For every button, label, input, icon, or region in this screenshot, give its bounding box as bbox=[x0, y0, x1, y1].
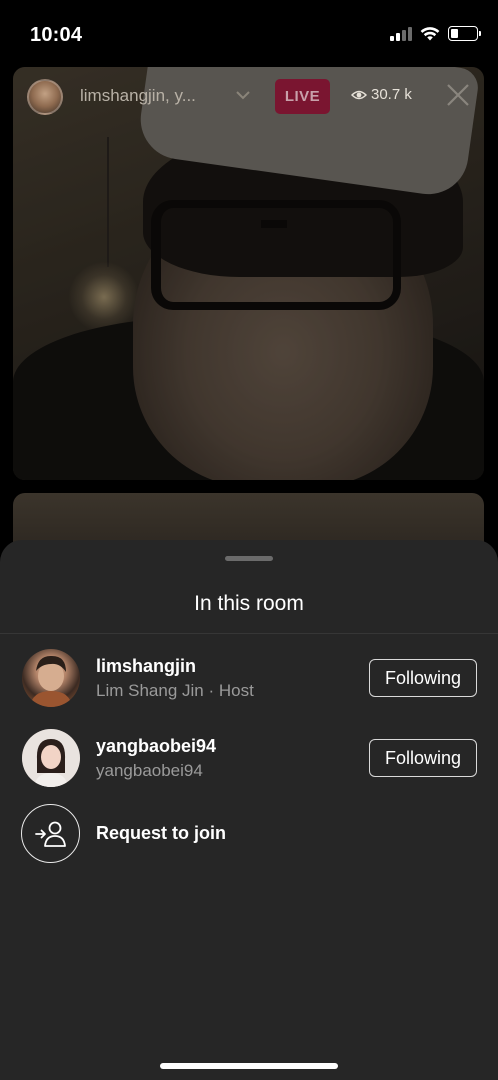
status-time: 10:04 bbox=[30, 24, 83, 46]
request-to-join-label[interactable]: Request to join bbox=[96, 823, 226, 844]
live-badge: LIVE bbox=[275, 79, 330, 114]
avatar[interactable] bbox=[22, 729, 80, 787]
chevron-down-icon[interactable] bbox=[233, 85, 253, 105]
viewer-count-text: 30.7 k bbox=[371, 86, 412, 103]
live-host-names[interactable]: limshangjin, y... bbox=[80, 86, 196, 106]
participant-row[interactable]: yangbaobei94 yangbaobei94 Following bbox=[0, 725, 498, 791]
in-this-room-sheet: In this room limshangjin Lim Shang Jin ·… bbox=[0, 540, 498, 1080]
status-icons bbox=[390, 26, 481, 41]
status-bar: 10:04 bbox=[0, 0, 498, 70]
participant-row[interactable]: limshangjin Lim Shang Jin · Host Followi… bbox=[0, 645, 498, 711]
sheet-title: In this room bbox=[194, 592, 304, 615]
host-avatar[interactable] bbox=[27, 79, 63, 115]
close-icon[interactable] bbox=[445, 82, 471, 108]
battery-icon bbox=[448, 26, 481, 41]
participant-username[interactable]: limshangjin bbox=[96, 656, 196, 677]
cellular-signal-icon bbox=[390, 26, 412, 41]
live-video bbox=[13, 67, 484, 480]
live-header: limshangjin, y... LIVE 30.7 k bbox=[13, 67, 484, 127]
request-to-join-button[interactable] bbox=[21, 804, 80, 863]
home-indicator[interactable] bbox=[160, 1063, 338, 1069]
participant-username[interactable]: yangbaobei94 bbox=[96, 736, 216, 757]
sheet-divider bbox=[0, 633, 498, 634]
avatar[interactable] bbox=[22, 649, 80, 707]
participant-subtitle: Lim Shang Jin · Host bbox=[96, 681, 254, 700]
following-button[interactable]: Following bbox=[369, 739, 477, 777]
participant-subtitle: yangbaobei94 bbox=[96, 761, 203, 780]
viewer-count: 30.7 k bbox=[351, 86, 412, 103]
sheet-grabber[interactable] bbox=[225, 556, 273, 561]
following-button[interactable]: Following bbox=[369, 659, 477, 697]
eye-icon bbox=[351, 90, 367, 99]
add-person-icon bbox=[34, 821, 66, 847]
wifi-icon bbox=[420, 27, 440, 41]
